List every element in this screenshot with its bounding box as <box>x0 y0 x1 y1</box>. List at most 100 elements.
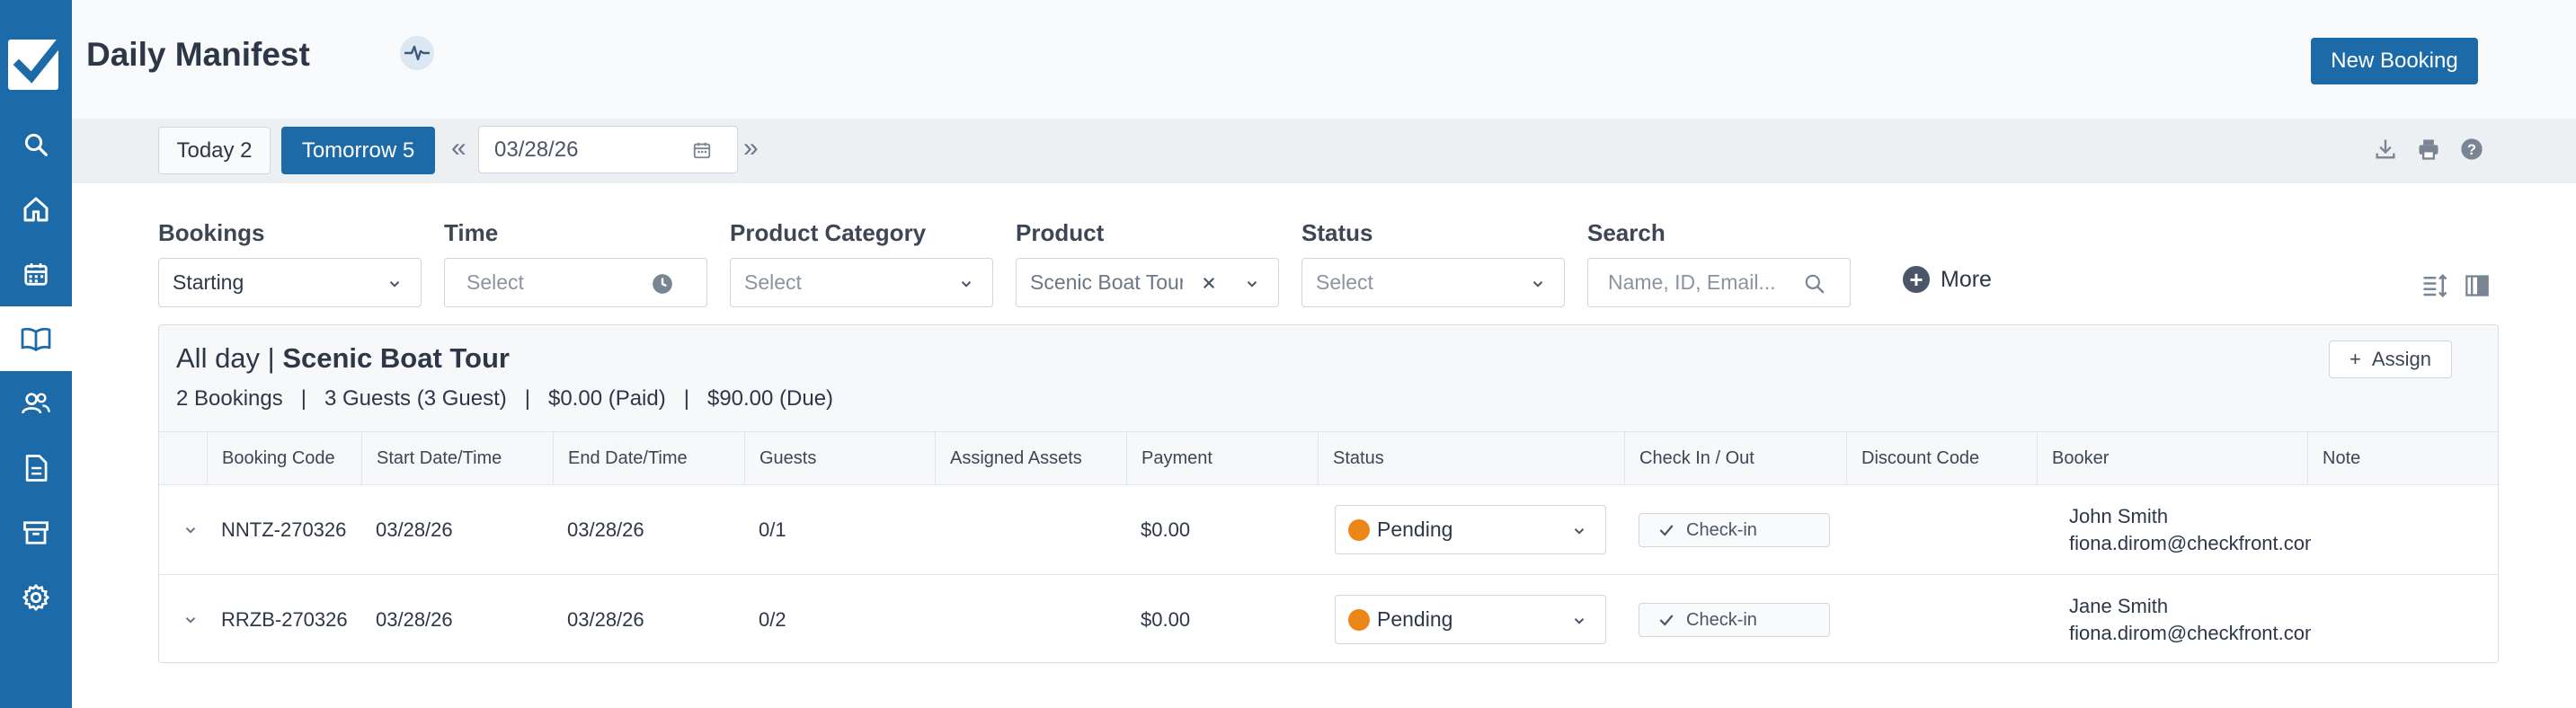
svg-text:?: ? <box>2467 142 2476 158</box>
table-row[interactable]: NNTZ-270326 03/28/26 03/28/26 0/1 $0.00 … <box>159 485 2498 575</box>
nav-settings[interactable] <box>0 565 72 630</box>
assign-button[interactable]: + Assign <box>2329 341 2452 378</box>
column-header[interactable]: Assigned Assets <box>935 432 1126 485</box>
booking-code[interactable]: NNTZ-270326 <box>207 485 361 575</box>
status-value: Pending <box>1377 607 1453 631</box>
new-booking-button[interactable]: New Booking <box>2311 38 2478 84</box>
date-picker-input[interactable]: 03/28/26 <box>478 126 738 173</box>
chevron-down-icon <box>1574 528 1585 535</box>
today-button[interactable]: Today 2 <box>158 127 271 174</box>
group-time-label: All day | <box>176 342 283 374</box>
column-header[interactable]: Start Date/Time <box>361 432 553 485</box>
product-filter-select[interactable]: Scenic Boat Tour <box>1016 258 1279 307</box>
discount-code <box>1846 485 2037 575</box>
booking-code[interactable]: RRZB-270326 <box>207 575 361 662</box>
previous-date-icon[interactable]: « <box>451 135 466 162</box>
column-header[interactable]: Booker <box>2037 432 2307 485</box>
calendar-icon <box>24 263 48 286</box>
expand-row-icon[interactable] <box>168 485 204 575</box>
booker-cell[interactable]: Jane Smith fiona.dirom@checkfront.com <box>2055 575 2311 662</box>
pending-status-dot <box>1348 518 1370 541</box>
expand-row-icon[interactable] <box>168 575 204 662</box>
page-title: Daily Manifest <box>86 36 310 73</box>
chevron-down-icon <box>961 281 972 288</box>
tomorrow-button[interactable]: Tomorrow 5 <box>281 127 435 174</box>
nav-search[interactable] <box>0 112 72 177</box>
table-row[interactable]: RRZB-270326 03/28/26 03/28/26 0/2 $0.00 … <box>159 575 2498 662</box>
check-in-button[interactable]: Check-in <box>1639 513 1830 547</box>
chevron-down-icon <box>389 281 400 288</box>
users-icon <box>22 393 50 414</box>
assigned-assets <box>935 485 1126 575</box>
app-logo[interactable] <box>8 35 66 90</box>
help-icon[interactable]: ? <box>2459 137 2484 162</box>
plus-icon: + <box>2349 348 2361 370</box>
start-date: 03/28/26 <box>376 518 453 541</box>
assigned-assets <box>935 575 1126 662</box>
search-icon <box>1805 274 1825 294</box>
column-header[interactable]: Discount Code <box>1846 432 2037 485</box>
nav-manifest[interactable] <box>0 306 72 371</box>
columns-icon[interactable] <box>2465 272 2490 299</box>
print-icon[interactable] <box>2416 137 2441 162</box>
date-toolbar <box>72 119 2576 183</box>
column-header[interactable]: Booking Code <box>207 432 361 485</box>
next-date-icon[interactable]: » <box>743 135 759 162</box>
guests-count: 0/2 <box>759 608 786 631</box>
payment-amount: $0.00 <box>1141 608 1191 631</box>
nav-calendar[interactable] <box>0 242 72 306</box>
status-filter-label: Status <box>1301 219 1373 246</box>
clear-icon[interactable] <box>1201 275 1217 291</box>
chevron-down-icon <box>1247 281 1257 288</box>
guests-count: 0/1 <box>759 518 786 541</box>
note <box>2307 485 2498 575</box>
time-filter-select[interactable]: Select <box>444 258 707 307</box>
search-icon <box>24 133 48 156</box>
column-header[interactable]: Payment <box>1126 432 1318 485</box>
bookings-filter-select[interactable]: Starting <box>158 258 422 307</box>
start-date: 03/28/26 <box>376 608 453 631</box>
product-category-filter-select[interactable]: Select <box>730 258 993 307</box>
chevron-down-icon <box>1532 281 1543 288</box>
search-input[interactable]: Name, ID, Email... <box>1587 258 1851 307</box>
end-date: 03/28/26 <box>567 518 644 541</box>
column-header[interactable]: End Date/Time <box>553 432 744 485</box>
gear-icon <box>22 584 49 611</box>
status-filter-placeholder: Select <box>1316 270 1373 294</box>
group-header: All day | Scenic Boat Tour 2 Bookings | … <box>159 325 2498 432</box>
nav-home[interactable] <box>0 177 72 242</box>
end-date: 03/28/26 <box>567 608 644 631</box>
nav-inventory[interactable] <box>0 500 72 565</box>
expand-column-header <box>159 432 207 485</box>
download-icon[interactable] <box>2373 137 2398 162</box>
manifest-group-card: All day | Scenic Boat Tour 2 Bookings | … <box>158 324 2499 663</box>
booker-email: fiona.dirom@checkfront.com <box>2069 622 2311 644</box>
search-filter-label: Search <box>1587 219 1666 246</box>
product-category-placeholder: Select <box>744 270 802 294</box>
booker-email: fiona.dirom@checkfront.com <box>2069 532 2311 554</box>
product-filter-label: Product <box>1016 219 1105 246</box>
status-select[interactable]: Pending <box>1335 595 1606 644</box>
nav-reports[interactable] <box>0 436 72 500</box>
note <box>2307 575 2498 662</box>
more-filters-label: More <box>1941 266 1992 292</box>
column-header[interactable]: Status <box>1318 432 1624 485</box>
status-select[interactable]: Pending <box>1335 505 1606 554</box>
column-header[interactable]: Check In / Out <box>1624 432 1846 485</box>
pending-status-dot <box>1348 608 1370 631</box>
archive-icon <box>23 521 49 544</box>
check-in-button[interactable]: Check-in <box>1639 603 1830 637</box>
bookings-filter-label: Bookings <box>158 219 265 246</box>
column-header[interactable]: Guests <box>744 432 935 485</box>
status-filter-select[interactable]: Select <box>1301 258 1565 307</box>
calendar-icon[interactable] <box>692 140 712 160</box>
booker-cell[interactable]: John Smith fiona.dirom@checkfront.com <box>2055 485 2311 575</box>
activity-pulse-icon[interactable] <box>400 36 434 70</box>
column-header[interactable]: Note <box>2307 432 2498 485</box>
group-title: All day | Scenic Boat Tour <box>176 342 510 375</box>
nav-customers[interactable] <box>0 371 72 436</box>
sort-lines-icon[interactable] <box>2421 272 2448 299</box>
page-header <box>72 0 2576 119</box>
plus-icon: + <box>1903 266 1930 293</box>
more-filters-button[interactable]: + More <box>1903 266 1992 293</box>
